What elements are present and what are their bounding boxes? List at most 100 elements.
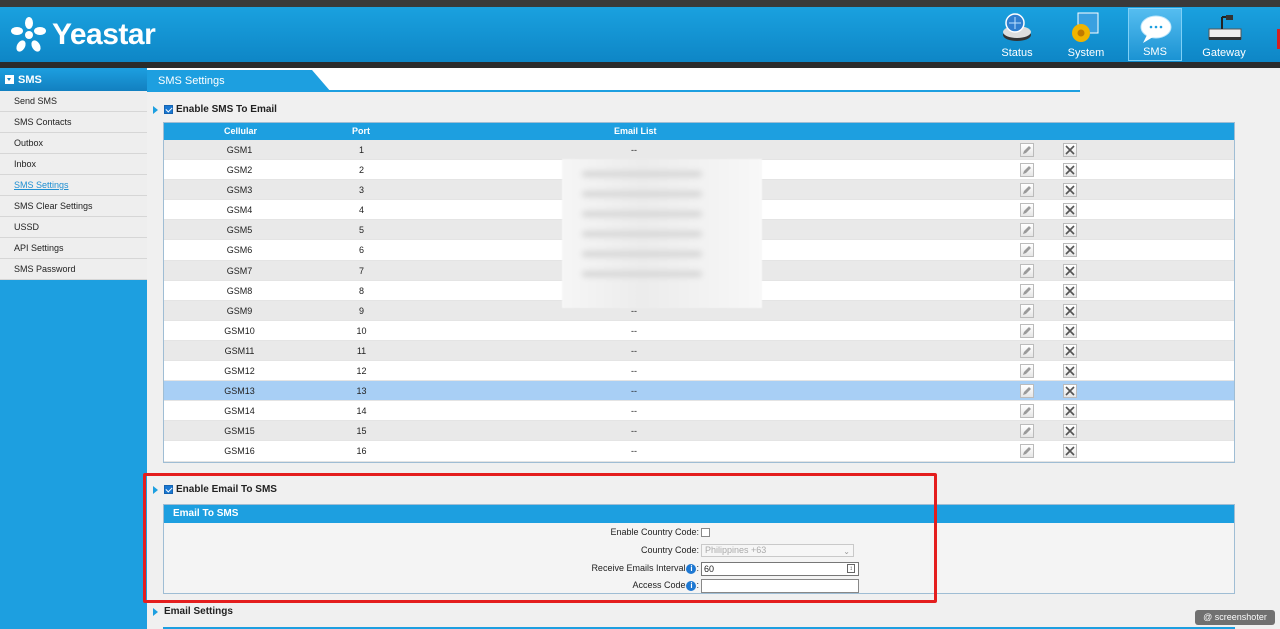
email-list-cell: -- bbox=[631, 426, 637, 437]
port-cell: 15 bbox=[356, 426, 367, 437]
edit-icon[interactable] bbox=[1020, 163, 1034, 178]
column-header-email-list: Email List bbox=[614, 126, 657, 136]
edit-icon[interactable] bbox=[1020, 183, 1034, 198]
section-label: Enable SMS To Email bbox=[176, 104, 277, 115]
delete-icon[interactable] bbox=[1063, 424, 1077, 439]
table-row[interactable]: GSM13 13 -- bbox=[164, 381, 1234, 402]
port-cell: 7 bbox=[358, 265, 364, 276]
section-email-settings: Email Settings bbox=[153, 606, 233, 617]
collapse-icon bbox=[5, 75, 14, 84]
cellular-cell: GSM12 bbox=[224, 366, 255, 377]
delete-icon[interactable] bbox=[1063, 444, 1077, 459]
cellular-cell: GSM11 bbox=[224, 345, 255, 356]
sidebar-item-sms-password[interactable]: SMS Password bbox=[0, 259, 147, 280]
nav-label: SMS bbox=[1143, 46, 1167, 58]
delete-icon[interactable] bbox=[1063, 323, 1077, 338]
email-list-cell: -- bbox=[631, 386, 637, 397]
edit-icon[interactable] bbox=[1020, 384, 1034, 399]
delete-icon[interactable] bbox=[1063, 183, 1077, 198]
cellular-cell: GSM14 bbox=[224, 406, 255, 417]
column-header-port: Port bbox=[352, 126, 370, 136]
edit-icon[interactable] bbox=[1020, 243, 1034, 258]
edit-icon[interactable] bbox=[1020, 283, 1034, 298]
delete-icon[interactable] bbox=[1063, 243, 1077, 258]
edit-icon[interactable] bbox=[1020, 364, 1034, 379]
cellular-cell: GSM10 bbox=[224, 325, 255, 336]
expand-arrow-icon[interactable] bbox=[153, 105, 158, 114]
edit-icon[interactable] bbox=[1020, 203, 1034, 218]
email-list-cell: -- bbox=[631, 446, 637, 457]
cellular-cell: GSM7 bbox=[226, 265, 253, 276]
port-cell: 4 bbox=[358, 205, 364, 216]
cellular-cell: GSM1 bbox=[226, 145, 253, 155]
delete-icon[interactable] bbox=[1063, 303, 1077, 318]
port-cell: 16 bbox=[356, 446, 367, 457]
port-cell: 12 bbox=[356, 366, 367, 377]
sidebar-item-inbox[interactable]: Inbox bbox=[0, 154, 147, 175]
table-row[interactable]: GSM10 10 -- bbox=[164, 320, 1234, 341]
edit-icon[interactable] bbox=[1020, 303, 1034, 318]
gateway-icon bbox=[1206, 11, 1242, 45]
table-row[interactable]: GSM14 14 -- bbox=[164, 401, 1234, 422]
cellular-cell: GSM13 bbox=[224, 386, 255, 397]
sidebar: SMS Send SMS SMS Contacts Outbox Inbox S… bbox=[0, 68, 147, 629]
table-row[interactable]: GSM11 11 -- bbox=[164, 340, 1234, 362]
sidebar-title: SMS bbox=[18, 73, 42, 86]
delete-icon[interactable] bbox=[1063, 223, 1077, 238]
sidebar-item-sms-settings[interactable]: SMS Settings bbox=[0, 175, 147, 196]
edit-icon[interactable] bbox=[1020, 444, 1034, 459]
tab-sms-settings[interactable]: SMS Settings bbox=[147, 70, 331, 92]
sidebar-header-sms[interactable]: SMS bbox=[0, 68, 147, 91]
delete-icon[interactable] bbox=[1063, 343, 1077, 358]
section-sms-to-email: Enable SMS To Email bbox=[153, 104, 277, 115]
delete-icon[interactable] bbox=[1063, 404, 1077, 419]
cellular-cell: GSM15 bbox=[224, 426, 255, 437]
redacted-email-area bbox=[562, 159, 762, 308]
delete-icon[interactable] bbox=[1063, 384, 1077, 399]
app-header: Yeastar Status System SMS Gateway bbox=[0, 7, 1280, 62]
expand-arrow-icon[interactable] bbox=[153, 607, 158, 616]
sidebar-item-sms-clear-settings[interactable]: SMS Clear Settings bbox=[0, 196, 147, 217]
delete-icon[interactable] bbox=[1063, 143, 1077, 157]
edit-icon[interactable] bbox=[1020, 404, 1034, 419]
sidebar-item-ussd[interactable]: USSD bbox=[0, 217, 147, 238]
port-cell: 9 bbox=[358, 305, 364, 316]
table-row[interactable]: GSM16 16 -- bbox=[164, 441, 1234, 462]
sidebar-item-outbox[interactable]: Outbox bbox=[0, 133, 147, 154]
edit-icon[interactable] bbox=[1020, 343, 1034, 358]
nav-sms[interactable]: SMS bbox=[1128, 8, 1182, 61]
system-icon bbox=[1068, 11, 1104, 45]
cellular-cell: GSM5 bbox=[226, 225, 253, 236]
brand-name: Yeastar bbox=[52, 18, 156, 51]
sidebar-item-sms-contacts[interactable]: SMS Contacts bbox=[0, 112, 147, 133]
edit-icon[interactable] bbox=[1020, 323, 1034, 338]
table-row[interactable]: GSM12 12 -- bbox=[164, 361, 1234, 382]
port-cell: 6 bbox=[358, 245, 364, 256]
sidebar-item-api-settings[interactable]: API Settings bbox=[0, 238, 147, 259]
yeastar-logo: Yeastar bbox=[10, 15, 156, 55]
nav-system[interactable]: System bbox=[1059, 8, 1113, 61]
delete-icon[interactable] bbox=[1063, 364, 1077, 379]
sidebar-item-send-sms[interactable]: Send SMS bbox=[0, 91, 147, 112]
port-cell: 3 bbox=[358, 185, 364, 196]
edit-icon[interactable] bbox=[1020, 424, 1034, 439]
table-row[interactable]: GSM15 15 -- bbox=[164, 421, 1234, 442]
section-label[interactable]: Email Settings bbox=[164, 606, 233, 617]
sms-to-email-table: Cellular Port Email List GSM1 1 -- GSM2 2 GSM… bbox=[163, 122, 1235, 463]
edit-icon[interactable] bbox=[1020, 143, 1034, 157]
table-row[interactable]: GSM1 1 -- bbox=[164, 140, 1234, 161]
column-header-cellular: Cellular bbox=[224, 126, 258, 136]
edit-icon[interactable] bbox=[1020, 223, 1034, 238]
port-cell: 11 bbox=[356, 345, 367, 356]
delete-icon[interactable] bbox=[1063, 203, 1077, 218]
delete-icon[interactable] bbox=[1063, 163, 1077, 178]
nav-gateway[interactable]: Gateway bbox=[1197, 8, 1251, 61]
nav-overflow-icon bbox=[1276, 15, 1280, 61]
enable-sms-to-email-checkbox[interactable] bbox=[164, 105, 173, 114]
delete-icon[interactable] bbox=[1063, 263, 1077, 278]
cellular-cell: GSM8 bbox=[226, 285, 253, 296]
delete-icon[interactable] bbox=[1063, 283, 1077, 298]
nav-status[interactable]: Status bbox=[990, 8, 1044, 61]
edit-icon[interactable] bbox=[1020, 263, 1034, 278]
port-cell: 14 bbox=[356, 406, 367, 417]
